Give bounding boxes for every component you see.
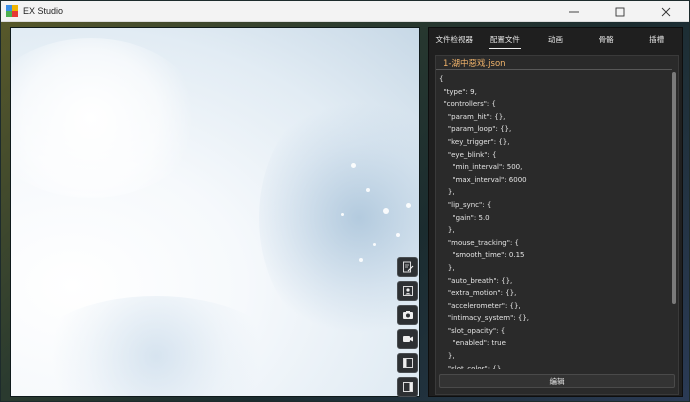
sparkle bbox=[341, 213, 344, 216]
code-line: "lip_sync": { bbox=[439, 200, 492, 209]
code-line: }, bbox=[439, 263, 455, 272]
minimize-icon bbox=[569, 11, 579, 12]
scrollbar-thumb[interactable] bbox=[672, 72, 676, 304]
code-line: }, bbox=[439, 226, 455, 235]
file-name-label: 1-湖中惡戏.json bbox=[436, 56, 672, 70]
canvas-backdrop-bottom bbox=[31, 296, 281, 396]
code-line: "max_interval": 6000 bbox=[439, 175, 527, 184]
close-button[interactable] bbox=[643, 1, 689, 22]
side-panel: 文件检视器 配置文件 动画 骨骼 插槽 1-湖中惡戏.json { "type"… bbox=[428, 27, 683, 397]
record-video-button[interactable] bbox=[397, 329, 418, 349]
code-line: "eye_blink": { bbox=[439, 150, 497, 159]
tab-animation[interactable]: 动画 bbox=[530, 28, 581, 50]
tab-slots[interactable]: 插槽 bbox=[631, 28, 682, 50]
maximize-icon bbox=[615, 7, 625, 16]
code-line: "controllers": { bbox=[439, 100, 496, 109]
code-line: "slot_opacity": { bbox=[439, 326, 506, 335]
window-controls bbox=[551, 1, 689, 22]
code-line: "type": 9, bbox=[439, 87, 477, 96]
canvas-highlight bbox=[11, 38, 201, 198]
code-line: "mouse_tracking": { bbox=[439, 238, 520, 247]
window-title: EX Studio bbox=[23, 6, 64, 16]
code-line: "min_interval": 500, bbox=[439, 163, 523, 172]
model-preview-canvas[interactable] bbox=[10, 27, 420, 397]
app-logo-icon bbox=[6, 5, 18, 17]
code-line: "smooth_time": 0.15 bbox=[439, 251, 525, 260]
code-view[interactable]: { "type": 9, "controllers": { "param_hit… bbox=[439, 73, 671, 369]
camera-icon bbox=[402, 311, 413, 319]
toggle-right-panel-button[interactable] bbox=[397, 377, 418, 397]
code-line: }, bbox=[439, 188, 455, 197]
code-line: "param_loop": {}, bbox=[439, 125, 512, 134]
code-line: "intimacy_system": {}, bbox=[439, 314, 530, 323]
minimize-button[interactable] bbox=[551, 1, 597, 22]
code-line: "auto_breath": {}, bbox=[439, 276, 513, 285]
canvas-toolbar bbox=[397, 257, 419, 397]
code-line: { bbox=[439, 75, 444, 83]
sparkle bbox=[373, 243, 376, 246]
code-line: "slot_color": {} bbox=[439, 364, 502, 369]
code-line: "enabled": true bbox=[439, 339, 506, 348]
title-bar[interactable]: EX Studio bbox=[1, 1, 689, 22]
code-line: "extra_motion": {}, bbox=[439, 289, 517, 298]
app-window: EX Studio 文件检视器 配置文件 动画 骨骼 插槽 1-湖中惡戏.jso… bbox=[0, 0, 690, 402]
editor-scrollbar[interactable] bbox=[672, 72, 676, 372]
sparkle bbox=[383, 208, 389, 214]
tab-config-file[interactable]: 配置文件 bbox=[480, 28, 531, 50]
sparkle bbox=[366, 188, 370, 192]
code-line: "accelerometer": {}, bbox=[439, 301, 521, 310]
maximize-button[interactable] bbox=[597, 1, 643, 22]
code-line: }, bbox=[439, 352, 455, 361]
screenshot-button[interactable] bbox=[397, 305, 418, 325]
panel-left-icon bbox=[402, 358, 413, 368]
edit-file-icon bbox=[402, 261, 413, 273]
tab-file-viewer[interactable]: 文件检视器 bbox=[429, 28, 480, 50]
config-editor[interactable]: 1-湖中惡戏.json { "type": 9, "controllers": … bbox=[435, 55, 679, 395]
portrait-button[interactable] bbox=[397, 281, 418, 301]
portrait-icon bbox=[402, 286, 413, 296]
edit-file-button[interactable] bbox=[397, 257, 418, 277]
sparkle bbox=[359, 258, 363, 262]
canvas-backdrop-blue bbox=[259, 88, 419, 348]
code-line: "key_trigger": {}, bbox=[439, 137, 510, 146]
code-line: "param_hit": {}, bbox=[439, 112, 506, 121]
edit-button[interactable]: 编辑 bbox=[439, 374, 675, 388]
toggle-left-panel-button[interactable] bbox=[397, 353, 418, 373]
sparkle bbox=[396, 233, 400, 237]
code-line: "gain": 5.0 bbox=[439, 213, 490, 222]
sparkle bbox=[351, 163, 356, 168]
video-camera-icon bbox=[402, 336, 413, 342]
sparkle bbox=[406, 203, 411, 208]
close-icon bbox=[661, 7, 671, 16]
tab-bar: 文件检视器 配置文件 动画 骨骼 插槽 bbox=[429, 28, 682, 50]
tab-bones[interactable]: 骨骼 bbox=[581, 28, 632, 50]
panel-right-icon bbox=[402, 382, 413, 392]
